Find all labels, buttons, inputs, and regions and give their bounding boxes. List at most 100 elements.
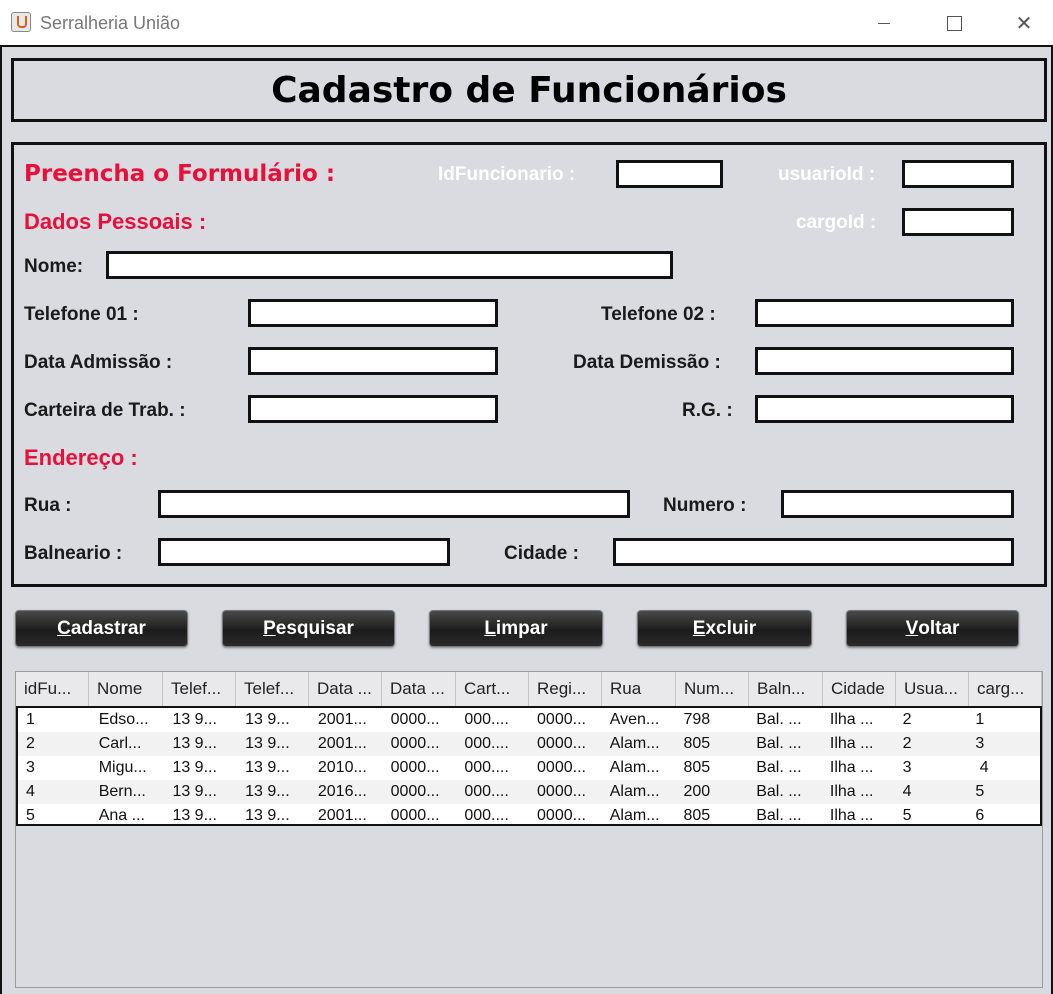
column-header[interactable]: Telef...	[236, 672, 309, 706]
table-cell: 6	[975, 807, 985, 824]
cadastrar-button[interactable]: Cadastrar	[15, 610, 188, 647]
cidade-label: Cidade :	[504, 543, 579, 564]
column-header[interactable]: carg...	[969, 672, 1042, 706]
column-header[interactable]: Rua	[602, 672, 676, 706]
telefone1-label: Telefone 01 :	[24, 304, 139, 325]
rua-label: Rua :	[24, 495, 72, 516]
header-panel: Cadastro de Funcionários	[11, 58, 1047, 122]
column-header[interactable]: Baln...	[749, 672, 823, 706]
table-cell: 13 9...	[245, 759, 290, 776]
maximize-button[interactable]	[931, 8, 977, 38]
data-admissao-label: Data Admissão :	[24, 352, 173, 373]
pesquisar-label: esquisar	[275, 617, 354, 639]
column-header[interactable]: Cidade	[823, 672, 896, 706]
table-cell: 2010...	[317, 759, 367, 776]
table-cell: Ilha ...	[829, 807, 874, 824]
address-title: Endereço :	[24, 445, 138, 470]
id-funcionario-label: IdFuncionario :	[438, 164, 576, 185]
table-cell: Alam...	[609, 807, 660, 824]
nome-field[interactable]	[106, 251, 673, 279]
table-cell: Alam...	[609, 759, 660, 776]
voltar-label: oltar	[918, 617, 960, 639]
column-header[interactable]: Num...	[676, 672, 749, 706]
table-cell: 1	[975, 711, 985, 728]
table-cell: 13 9...	[245, 807, 290, 824]
maximize-icon	[946, 15, 962, 31]
table-cell: 805	[683, 759, 711, 776]
table-cell: 000....	[464, 807, 509, 824]
column-header[interactable]: Regi...	[529, 672, 602, 706]
table-cell: 0000...	[390, 807, 440, 824]
voltar-button[interactable]: Voltar	[846, 610, 1019, 647]
telefone2-label: Telefone 02 :	[601, 304, 716, 325]
table-row[interactable]: 4 Bern... 13 9... 13 9... 2016... 0000... 000.…	[18, 780, 1040, 804]
excluir-label: xcluir	[705, 617, 757, 639]
data-admissao-field[interactable]	[248, 347, 498, 375]
telefone2-field[interactable]	[755, 299, 1014, 327]
balneario-field[interactable]	[158, 538, 450, 566]
telefone1-field[interactable]	[248, 299, 498, 327]
table-cell: 4	[902, 783, 912, 800]
table-cell: 000....	[464, 783, 509, 800]
employees-table[interactable]: idFu... Nome Telef... Telef... Data ... Data …	[15, 671, 1043, 988]
cadastrar-label: adastrar	[70, 617, 146, 639]
table-cell: 1	[26, 711, 35, 728]
table-cell: 000....	[464, 759, 509, 776]
usuario-id-field[interactable]	[902, 160, 1014, 188]
window-titlebar: Serralheria União ✕	[0, 0, 1053, 45]
table-cell: 2	[26, 735, 35, 752]
limpar-label: impar	[495, 617, 548, 639]
close-button[interactable]: ✕	[1001, 8, 1047, 38]
table-cell: Bal. ...	[756, 759, 802, 776]
column-header[interactable]: Nome	[89, 672, 163, 706]
numero-label: Numero :	[663, 495, 747, 516]
rg-field[interactable]	[755, 395, 1014, 423]
rua-field[interactable]	[158, 490, 630, 518]
id-funcionario-field[interactable]	[616, 160, 723, 188]
table-cell: 798	[683, 711, 711, 728]
excluir-mnemonic: E	[692, 617, 706, 639]
page-title: Cadastro de Funcionários	[271, 69, 787, 111]
table-cell: Alam...	[609, 783, 660, 800]
table-cell: 000....	[464, 711, 509, 728]
table-cell: Bal. ...	[756, 711, 802, 728]
column-header[interactable]: Data ...	[309, 672, 382, 706]
minimize-icon	[878, 22, 890, 24]
table-cell: 0000...	[390, 759, 440, 776]
column-header[interactable]: Cart...	[456, 672, 529, 706]
column-header[interactable]: Telef...	[163, 672, 236, 706]
table-cell: 0000...	[537, 807, 586, 824]
table-row[interactable]: 1 Edso... 13 9... 13 9... 2001... 0000... 000.…	[18, 708, 1040, 732]
table-cell: 13 9...	[245, 783, 290, 800]
table-cell: 805	[683, 807, 711, 824]
table-cell: Bal. ...	[756, 807, 802, 824]
cidade-field[interactable]	[613, 538, 1014, 566]
table-cell: 2001...	[317, 807, 367, 824]
table-cell: Ana ...	[98, 807, 145, 824]
data-demissao-field[interactable]	[755, 347, 1014, 375]
voltar-mnemonic: V	[905, 617, 919, 639]
table-row[interactable]: 5 Ana ... 13 9... 13 9... 2001... 0000... 000.…	[18, 804, 1040, 828]
nome-label: Nome:	[24, 256, 84, 277]
limpar-button[interactable]: Limpar	[429, 610, 603, 647]
cargo-id-field[interactable]	[902, 208, 1014, 236]
rg-label: R.G. :	[682, 400, 733, 421]
table-cell: Edso...	[98, 711, 149, 728]
close-icon: ✕	[1015, 11, 1033, 35]
carteira-field[interactable]	[248, 395, 498, 423]
numero-field[interactable]	[781, 490, 1014, 518]
column-header[interactable]: Data ...	[382, 672, 456, 706]
column-header[interactable]: idFu...	[16, 672, 89, 706]
table-cell: 5	[975, 783, 985, 800]
column-header[interactable]: Usua...	[896, 672, 969, 706]
cadastrar-mnemonic: C	[57, 617, 71, 639]
table-cell: 5	[902, 807, 912, 824]
table-row[interactable]: 3 Migu... 13 9... 13 9... 2010... 0000... 000.…	[18, 756, 1040, 780]
table-row[interactable]: 2 Carl... 13 9... 13 9... 2001... 0000... 000.…	[18, 732, 1040, 756]
excluir-button[interactable]: Excluir	[637, 610, 812, 647]
minimize-button[interactable]	[861, 8, 907, 38]
table-cell: 0000...	[390, 711, 440, 728]
table-body[interactable]: 1 Edso... 13 9... 13 9... 2001... 0000... 000.…	[16, 706, 1042, 826]
pesquisar-button[interactable]: Pesquisar	[222, 610, 395, 647]
data-demissao-label: Data Demissão :	[573, 352, 721, 373]
